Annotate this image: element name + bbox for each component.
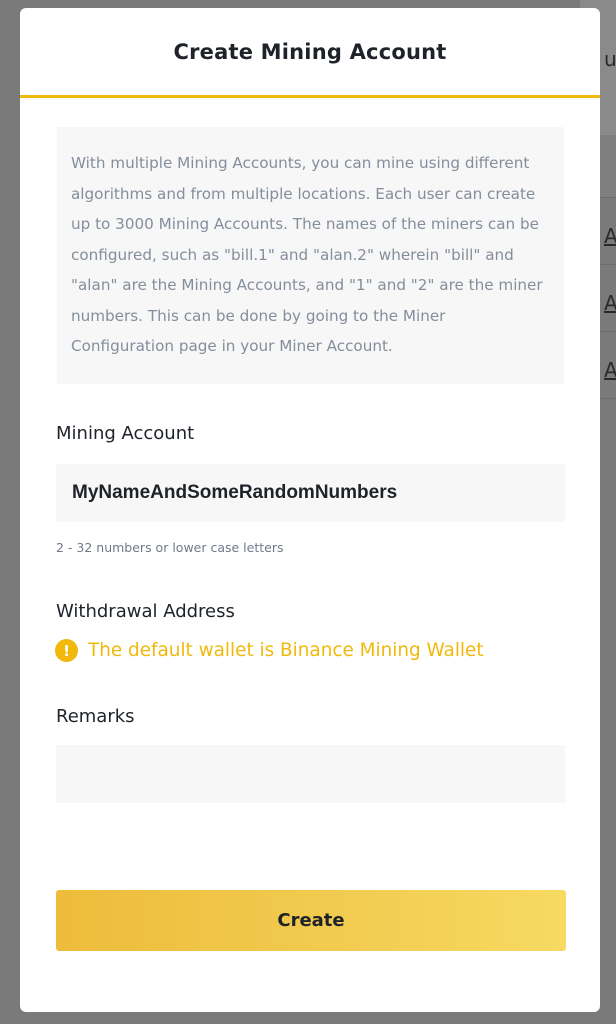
background-link-fragment[interactable]: A	[604, 358, 616, 382]
remarks-label: Remarks	[56, 706, 135, 727]
mining-account-hint: 2 - 32 numbers or lower case letters	[56, 540, 284, 555]
withdrawal-warning-text: The default wallet is Binance Mining Wal…	[88, 640, 484, 661]
info-notice-text: With multiple Mining Accounts, you can m…	[71, 154, 543, 355]
info-notice: With multiple Mining Accounts, you can m…	[57, 127, 564, 384]
mining-account-input[interactable]	[56, 464, 565, 522]
create-button[interactable]: Create	[56, 890, 566, 951]
background-text-fragment: u	[604, 47, 616, 71]
background-link-fragment[interactable]: A	[604, 291, 616, 315]
dialog-header: Create Mining Account	[20, 8, 600, 98]
withdrawal-address-label: Withdrawal Address	[56, 601, 235, 622]
remarks-input[interactable]	[56, 745, 565, 803]
create-mining-account-dialog: Create Mining Account With multiple Mini…	[20, 8, 600, 1012]
exclamation-circle-icon: !	[55, 639, 78, 662]
withdrawal-warning: ! The default wallet is Binance Mining W…	[55, 639, 484, 662]
background-link-fragment[interactable]: A	[604, 224, 616, 248]
dialog-title: Create Mining Account	[173, 39, 447, 64]
create-button-label: Create	[277, 910, 345, 931]
mining-account-label: Mining Account	[56, 423, 195, 444]
